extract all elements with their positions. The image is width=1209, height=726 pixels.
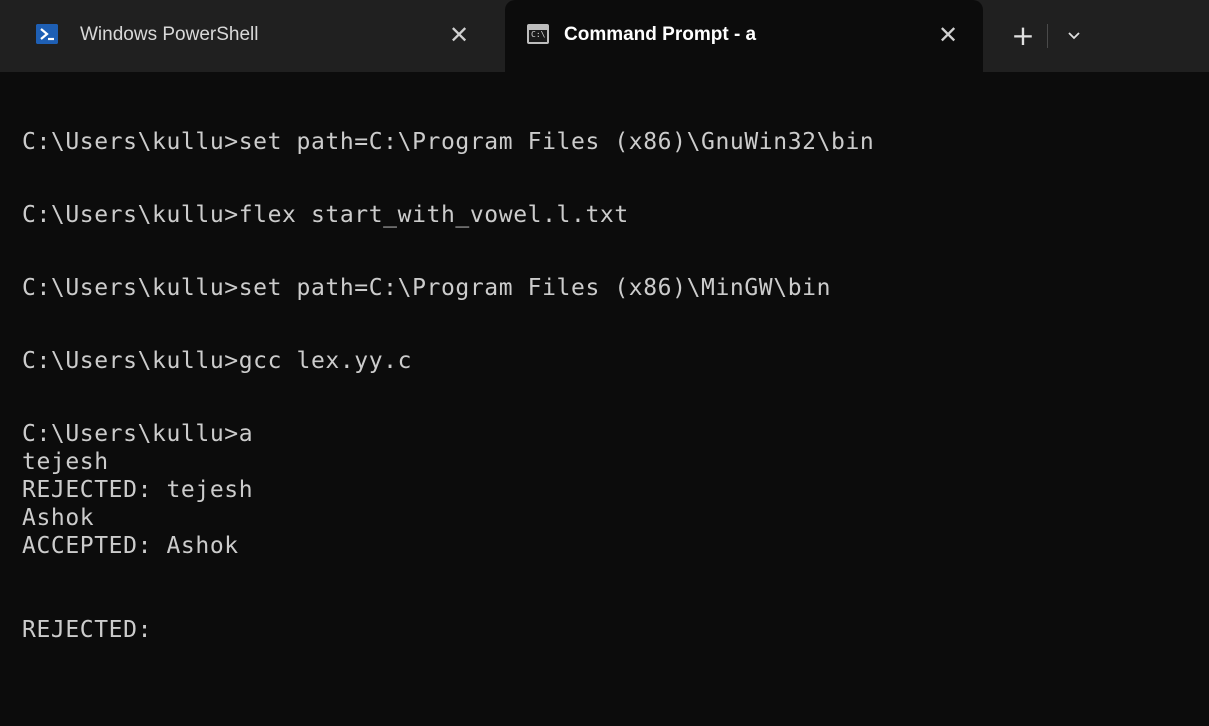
new-tab-button[interactable]: + — [1004, 18, 1042, 52]
tab-windows-powershell[interactable]: Windows PowerShell ✕ — [0, 0, 505, 72]
terminal-line: ACCEPTED: Ashok — [22, 533, 239, 559]
cmd-icon: C:\ — [527, 24, 549, 44]
terminal-line: Ashok — [22, 505, 95, 531]
chevron-down-icon — [1067, 26, 1081, 45]
terminal-line: REJECTED: tejesh — [22, 477, 254, 503]
terminal-line: tejesh — [22, 449, 109, 475]
powershell-icon — [36, 24, 58, 44]
terminal-line: C:\Users\kullu>set path=C:\Program Files… — [22, 129, 875, 155]
terminal-line: C:\Users\kullu>flex start_with_vowel.l.t… — [22, 202, 629, 228]
tab-separator — [1047, 24, 1048, 48]
tab-title: Windows PowerShell — [80, 24, 259, 45]
terminal-output[interactable]: C:\Users\kullu>set path=C:\Program Files… — [0, 72, 1209, 726]
terminal-line: C:\Users\kullu>set path=C:\Program Files… — [22, 275, 832, 301]
terminal-line: C:\Users\kullu>a — [22, 421, 254, 447]
tab-dropdown-button[interactable] — [1056, 18, 1092, 52]
terminal-line: REJECTED: — [22, 617, 153, 643]
terminal-window: Windows PowerShell ✕ C:\ Command Prompt … — [0, 0, 1209, 726]
tab-command-prompt[interactable]: C:\ Command Prompt - a ✕ — [505, 0, 983, 72]
close-icon[interactable]: ✕ — [442, 18, 476, 52]
tab-bar: Windows PowerShell ✕ C:\ Command Prompt … — [0, 0, 1209, 72]
tab-title: Command Prompt - a — [564, 24, 757, 45]
close-icon[interactable]: ✕ — [931, 18, 965, 52]
terminal-line: C:\Users\kullu>gcc lex.yy.c — [22, 348, 413, 374]
